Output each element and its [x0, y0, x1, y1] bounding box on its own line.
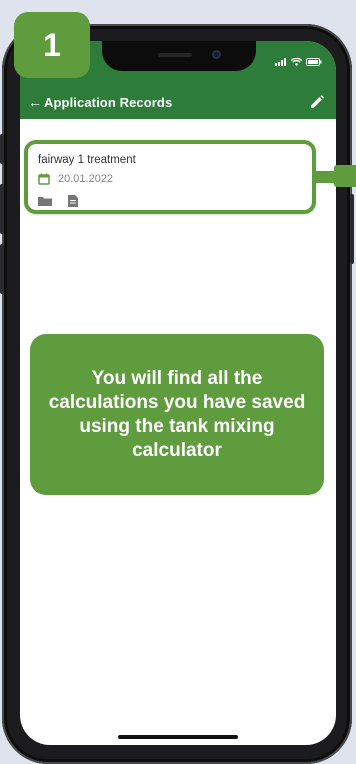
document-icon[interactable]: [68, 195, 78, 207]
app-bar: ← Application Records: [20, 86, 336, 119]
instruction-callout: You will find all the calculations you h…: [30, 334, 324, 495]
record-actions: [38, 195, 78, 207]
record-date: 20.01.2022: [58, 173, 114, 185]
notch: [102, 41, 256, 71]
volume-up-button: [0, 184, 4, 234]
record-name: fairway 1 treatment: [38, 154, 136, 166]
front-camera: [212, 50, 221, 59]
wifi-icon: [291, 58, 302, 66]
record-card[interactable]: fairway 1 treatment 20.01.2022: [24, 140, 316, 214]
battery-icon: [306, 58, 322, 66]
status-icons: [275, 58, 322, 66]
signal-icon: [275, 58, 286, 66]
volume-down-button: [0, 244, 4, 294]
folder-icon[interactable]: [38, 196, 52, 206]
highlight-tab: [334, 165, 356, 187]
arrow-left-icon: ←: [28, 94, 42, 110]
home-indicator: [118, 735, 238, 739]
record-date-row: 20.01.2022: [38, 173, 113, 185]
callout-text: You will find all the calculations you h…: [48, 367, 306, 461]
pencil-icon[interactable]: [308, 93, 326, 111]
step-badge: 1: [14, 12, 90, 78]
step-number: 1: [43, 26, 61, 63]
speaker: [158, 53, 192, 57]
mute-switch: [0, 134, 4, 164]
back-button[interactable]: ← Application Records: [28, 92, 172, 112]
page-title: Application Records: [44, 94, 173, 110]
highlight-connector: [316, 171, 336, 183]
power-button: [350, 194, 354, 264]
calendar-icon: [38, 173, 50, 185]
